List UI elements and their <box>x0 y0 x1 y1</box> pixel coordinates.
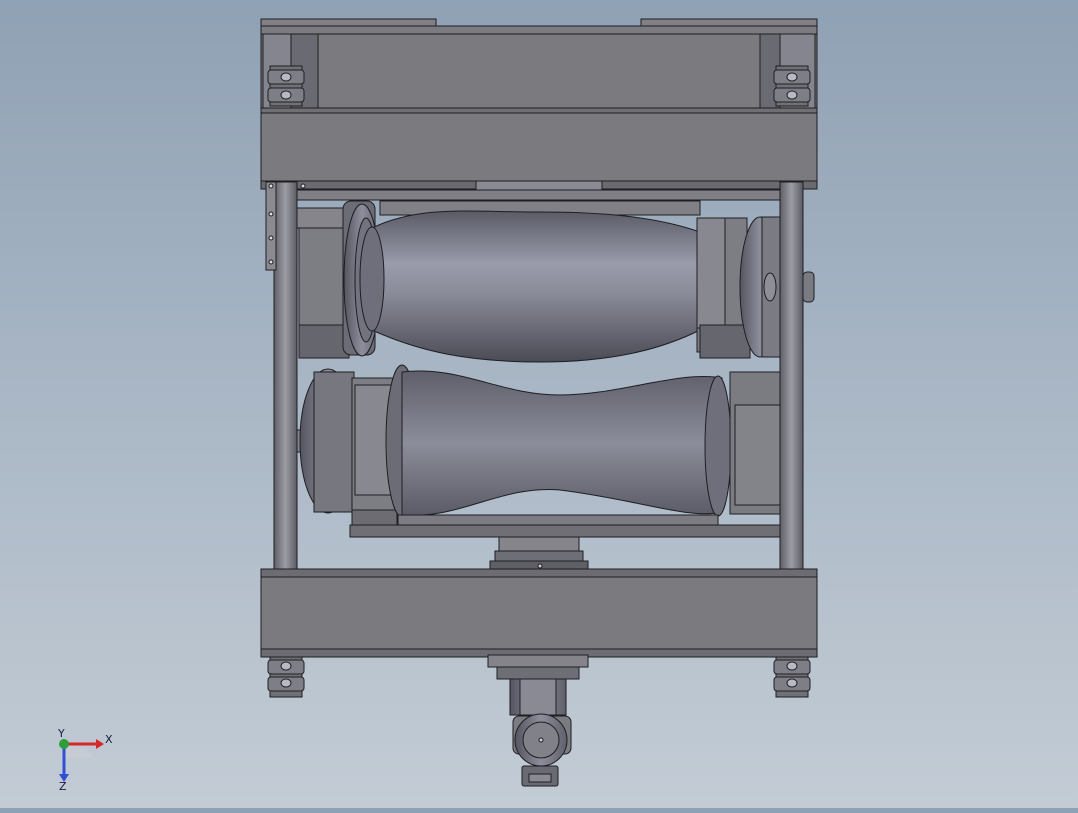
upper-roller-assembly <box>296 189 781 363</box>
lower-roller-assembly <box>296 364 781 538</box>
bolt-icon <box>773 65 811 107</box>
roller-assembly-drawing <box>260 18 818 787</box>
x-axis-label: X <box>105 733 113 746</box>
orientation-triad: X Y Z <box>48 727 118 793</box>
bolt-icon <box>267 656 305 698</box>
z-axis-label: Z <box>59 780 67 790</box>
upper-roller <box>371 210 701 363</box>
right-post <box>779 181 815 571</box>
top-frame <box>260 18 818 191</box>
bolt-icon <box>773 656 811 698</box>
bolt-icon <box>267 65 305 107</box>
y-axis-arrow <box>59 739 69 749</box>
lower-roller <box>401 370 723 516</box>
cad-graphics-viewport[interactable] <box>0 0 1078 808</box>
center-hub <box>489 536 589 570</box>
y-axis-label: Y <box>57 728 65 740</box>
drive-motor <box>487 654 589 787</box>
